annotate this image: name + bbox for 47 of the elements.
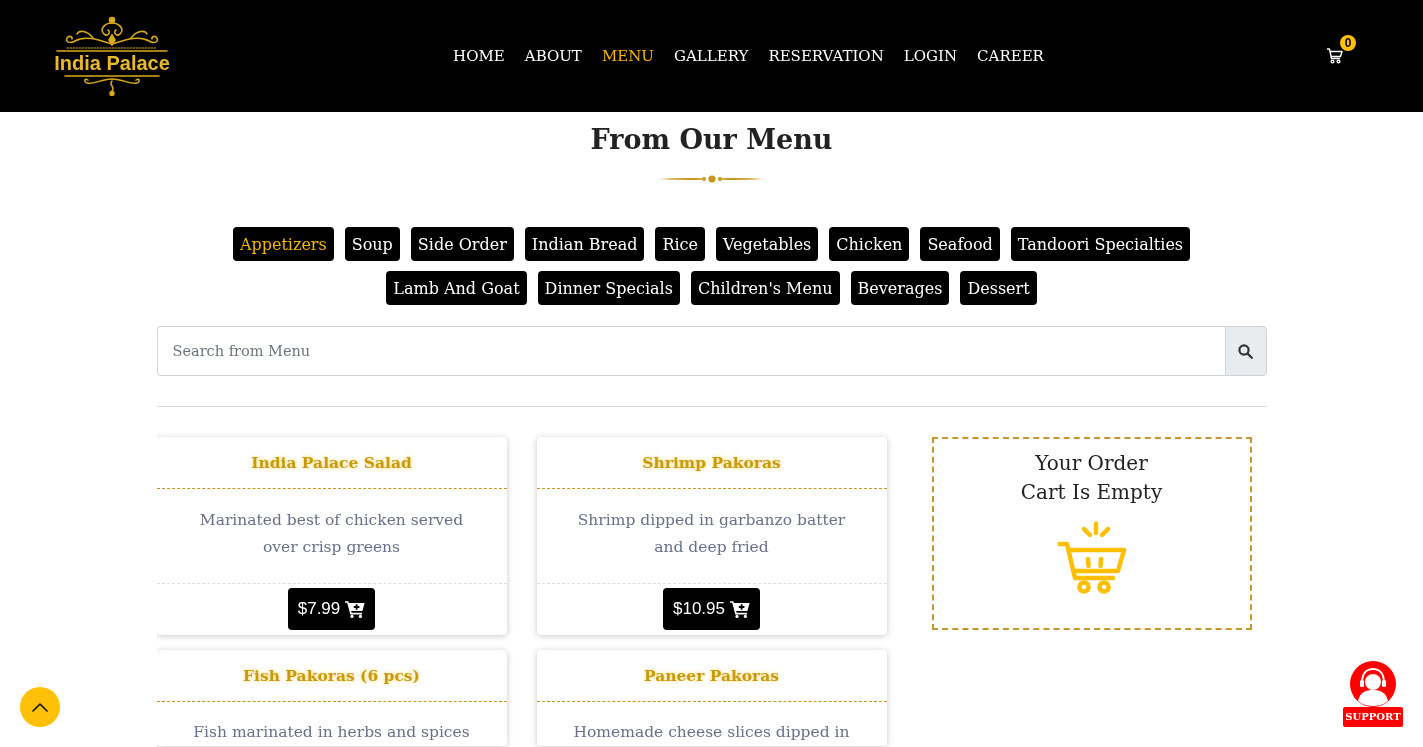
- nav-link[interactable]: ABOUT: [524, 46, 582, 66]
- dish-name: Shrimp Pakoras: [642, 453, 781, 472]
- search-field[interactable]: Search from Menu: [156, 326, 1225, 376]
- cart-count-badge: 0: [1340, 35, 1356, 51]
- cart-plus-icon: [730, 600, 750, 618]
- flourish-icon: [53, 16, 171, 53]
- nav-link[interactable]: MENU: [601, 46, 654, 66]
- category-tab[interactable]: Soup: [344, 227, 400, 261]
- search-button[interactable]: [1224, 326, 1267, 376]
- chevron-up-icon: [32, 702, 48, 712]
- category-tab[interactable]: Seafood: [920, 227, 1000, 261]
- nav-link[interactable]: CAREER: [977, 46, 1044, 66]
- category-tab[interactable]: Tandoori Specialties: [1010, 227, 1191, 261]
- category-tab[interactable]: Vegetables: [716, 227, 819, 261]
- category-tab[interactable]: Lamb And Goat: [386, 271, 527, 305]
- logo-text: India Palace: [54, 53, 170, 74]
- support-link[interactable]: SUPPORT: [1343, 661, 1403, 727]
- dish-name: Fish Pakoras (6 pcs): [243, 666, 420, 685]
- nav-link[interactable]: GALLERY: [673, 46, 749, 66]
- category-tab[interactable]: Appetizers: [232, 227, 334, 261]
- category-tab[interactable]: Children's Menu: [690, 271, 840, 305]
- category-tab[interactable]: Indian Bread: [524, 227, 645, 261]
- dish-description: Shrimp dipped in garbanzo batter and deep fried: [577, 511, 846, 556]
- cart-plus-icon: [345, 600, 366, 618]
- section-title: From Our Menu: [590, 123, 833, 157]
- category-tab[interactable]: Beverages: [850, 271, 950, 305]
- dish-description: Fish marinated in herbs and spices: [193, 723, 470, 741]
- category-tab[interactable]: Dessert: [960, 271, 1037, 305]
- category-tab[interactable]: Side Order: [410, 227, 514, 261]
- cart-icon[interactable]: [1326, 47, 1343, 64]
- category-tab[interactable]: Rice: [655, 227, 706, 261]
- headset-person-icon: [1350, 661, 1396, 707]
- dish-name: India Palace Salad: [251, 453, 412, 472]
- category-tab[interactable]: Dinner Specials: [537, 271, 680, 305]
- empty-cart-heading: Your Order Cart Is Empty: [1020, 450, 1163, 506]
- dish-name: Paneer Pakoras: [643, 666, 780, 685]
- dish-description: Homemade cheese slices dipped in: [573, 723, 850, 741]
- back-to-top-button[interactable]: [20, 687, 60, 727]
- search-icon: [1238, 343, 1253, 359]
- add-to-cart-button[interactable]: $10.95: [663, 588, 760, 630]
- nav-link[interactable]: RESERVATION: [768, 46, 884, 66]
- nav-link[interactable]: LOGIN: [903, 46, 958, 66]
- cart-icon: [1056, 521, 1127, 595]
- category-tab[interactable]: Chicken: [829, 227, 910, 261]
- nav-link[interactable]: HOME: [453, 46, 505, 66]
- dish-description: Marinated best of chicken served over crisp greens: [199, 511, 464, 556]
- add-to-cart-button[interactable]: $7.99: [287, 588, 376, 630]
